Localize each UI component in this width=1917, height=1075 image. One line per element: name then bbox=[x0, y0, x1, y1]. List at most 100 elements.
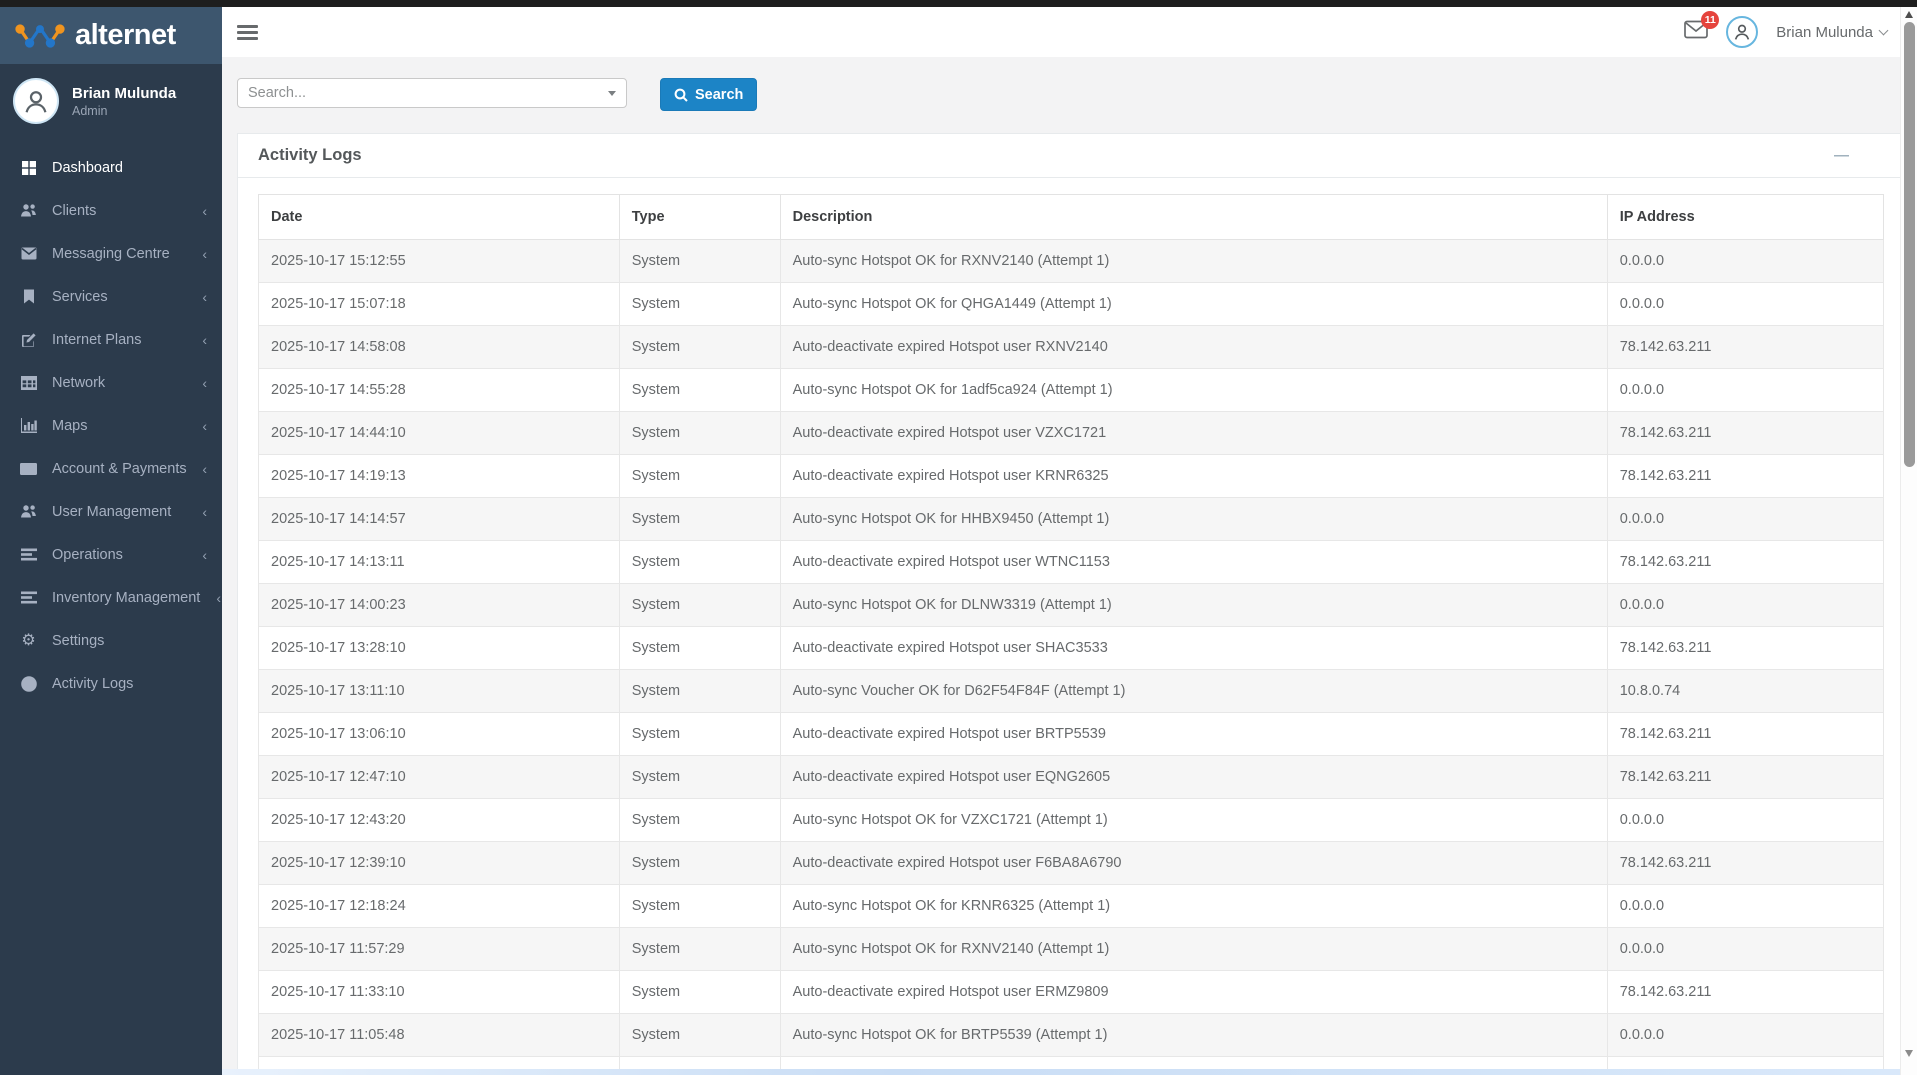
table-header-row: DateTypeDescriptionIP Address bbox=[259, 195, 1884, 240]
table-cell: 2025-10-17 14:13:11 bbox=[259, 541, 620, 584]
table-cell: Auto-deactivate expired Hotspot user EQN… bbox=[780, 756, 1607, 799]
table-cell: Auto-sync Hotspot OK for HHBX9450 (Attem… bbox=[780, 498, 1607, 541]
scroll-down-arrow-icon[interactable] bbox=[1905, 1050, 1913, 1057]
money-icon bbox=[19, 463, 38, 475]
table-cell: 2025-10-17 14:19:13 bbox=[259, 455, 620, 498]
bookmark-icon bbox=[19, 289, 38, 304]
table-cell: Auto-sync Hotspot OK for VZXC1721 (Attem… bbox=[780, 799, 1607, 842]
table-row: 2025-10-17 14:14:57SystemAuto-sync Hotsp… bbox=[259, 498, 1884, 541]
sidebar-item-operations[interactable]: Operations ‹ bbox=[0, 533, 222, 576]
sidebar-item-label: User Management bbox=[52, 504, 171, 520]
header-avatar[interactable] bbox=[1726, 16, 1758, 48]
table-cell: System bbox=[619, 928, 780, 971]
sidebar-item-account-payments[interactable]: Account & Payments ‹ bbox=[0, 447, 222, 490]
sidebar-item-settings[interactable]: ⚙ Settings bbox=[0, 619, 222, 662]
table-cell: 78.142.63.211 bbox=[1607, 455, 1883, 498]
table-cell: 2025-10-17 14:55:28 bbox=[259, 369, 620, 412]
table-row: 2025-10-17 15:12:55SystemAuto-sync Hotsp… bbox=[259, 240, 1884, 283]
sidebar-item-maps[interactable]: Maps ‹ bbox=[0, 404, 222, 447]
table-cell: Auto-deactivate expired Hotspot user WTN… bbox=[780, 541, 1607, 584]
sidebar-item-label: Messaging Centre bbox=[52, 246, 170, 262]
sidebar-item-clients[interactable]: Clients ‹ bbox=[0, 189, 222, 232]
select-caret-icon[interactable] bbox=[608, 91, 616, 96]
table-cell: Auto-sync Hotspot OK for DLNW3319 (Attem… bbox=[780, 584, 1607, 627]
list-icon bbox=[19, 591, 38, 604]
search-input[interactable] bbox=[237, 78, 627, 108]
table-cell: System bbox=[619, 584, 780, 627]
sidebar-item-network[interactable]: Network ‹ bbox=[0, 361, 222, 404]
sidebar-item-label: Clients bbox=[52, 203, 96, 219]
column-header: IP Address bbox=[1607, 195, 1883, 240]
sidebar-item-label: Inventory Management bbox=[52, 590, 200, 606]
table-cell: System bbox=[619, 971, 780, 1014]
sidebar-item-inventory-management[interactable]: Inventory Management ‹ bbox=[0, 576, 222, 619]
panel-header: Activity Logs — bbox=[238, 134, 1904, 178]
table-row: 2025-10-17 13:28:10SystemAuto-deactivate… bbox=[259, 627, 1884, 670]
table-row: 2025-10-17 14:55:28SystemAuto-sync Hotsp… bbox=[259, 369, 1884, 412]
brand-logo[interactable]: alternet bbox=[0, 7, 222, 64]
sidebar-item-activity-logs[interactable]: Activity Logs bbox=[0, 662, 222, 705]
table-cell: 2025-10-17 11:57:29 bbox=[259, 928, 620, 971]
sidebar-item-label: Internet Plans bbox=[52, 332, 141, 348]
chevron-left-icon: ‹ bbox=[202, 375, 207, 391]
sidebar-item-services[interactable]: Services ‹ bbox=[0, 275, 222, 318]
table-cell: Auto-deactivate expired Hotspot user RXN… bbox=[780, 326, 1607, 369]
table-cell: 2025-10-17 13:11:10 bbox=[259, 670, 620, 713]
table-cell: System bbox=[619, 455, 780, 498]
table-cell: System bbox=[619, 498, 780, 541]
brand-logo-icon bbox=[14, 21, 66, 51]
table-cell: 0.0.0.0 bbox=[1607, 498, 1883, 541]
sidebar-item-internet-plans[interactable]: Internet Plans ‹ bbox=[0, 318, 222, 361]
gear-icon: ⚙ bbox=[19, 633, 38, 649]
sidebar-item-messaging-centre[interactable]: Messaging Centre ‹ bbox=[0, 232, 222, 275]
table-cell: Auto-sync Hotspot OK for KRNR6325 (Attem… bbox=[780, 885, 1607, 928]
table-cell: Auto-deactivate expired Hotspot user VZX… bbox=[780, 412, 1607, 455]
top-header: 11 Brian Mulunda bbox=[222, 7, 1917, 57]
panel-title: Activity Logs bbox=[258, 146, 362, 165]
collapse-panel-button[interactable]: — bbox=[1834, 148, 1849, 163]
table-icon bbox=[19, 376, 38, 390]
table-cell: System bbox=[619, 412, 780, 455]
hamburger-menu-icon[interactable] bbox=[237, 25, 258, 40]
table-cell: 78.142.63.211 bbox=[1607, 412, 1883, 455]
table-cell: System bbox=[619, 670, 780, 713]
sidebar-item-user-management[interactable]: User Management ‹ bbox=[0, 490, 222, 533]
vertical-scrollbar[interactable] bbox=[1900, 7, 1917, 1075]
th-large-icon bbox=[19, 160, 38, 176]
table-cell: 2025-10-17 11:05:48 bbox=[259, 1014, 620, 1057]
table-cell: Auto-deactivate expired Hotspot user BRT… bbox=[780, 713, 1607, 756]
search-button[interactable]: Search bbox=[660, 78, 757, 111]
table-cell: 2025-10-17 12:18:24 bbox=[259, 885, 620, 928]
table-cell: 2025-10-17 12:47:10 bbox=[259, 756, 620, 799]
table-cell: 78.142.63.211 bbox=[1607, 541, 1883, 584]
user-menu-name: Brian Mulunda bbox=[1776, 24, 1873, 41]
profile-avatar bbox=[13, 78, 59, 124]
messages-button[interactable]: 11 bbox=[1684, 20, 1708, 44]
table-cell: 10.8.0.74 bbox=[1607, 670, 1883, 713]
scrollbar-thumb[interactable] bbox=[1904, 22, 1915, 467]
table-cell: 0.0.0.0 bbox=[1607, 885, 1883, 928]
table-cell: 2025-10-17 15:12:55 bbox=[259, 240, 620, 283]
table-cell: System bbox=[619, 713, 780, 756]
scroll-up-arrow-icon[interactable] bbox=[1905, 11, 1913, 18]
table-row: 2025-10-17 14:44:10SystemAuto-deactivate… bbox=[259, 412, 1884, 455]
sidebar-profile[interactable]: Brian Mulunda Admin bbox=[0, 64, 222, 140]
list-icon bbox=[19, 548, 38, 561]
search-icon bbox=[674, 88, 688, 102]
user-menu[interactable]: Brian Mulunda bbox=[1776, 24, 1887, 41]
chevron-left-icon: ‹ bbox=[202, 547, 207, 563]
sidebar-item-label: Operations bbox=[52, 547, 123, 563]
table-cell: Auto-sync Hotspot OK for QHGA1449 (Attem… bbox=[780, 283, 1607, 326]
sidebar-item-dashboard[interactable]: Dashboard bbox=[0, 146, 222, 189]
table-row: 2025-10-17 14:58:08SystemAuto-deactivate… bbox=[259, 326, 1884, 369]
table-cell: 0.0.0.0 bbox=[1607, 928, 1883, 971]
table-row: 2025-10-17 12:43:20SystemAuto-sync Hotsp… bbox=[259, 799, 1884, 842]
window-top-edge bbox=[0, 0, 1917, 7]
profile-role: Admin bbox=[72, 104, 176, 118]
brand-name: alternet bbox=[75, 19, 176, 52]
table-cell: 2025-10-17 12:43:20 bbox=[259, 799, 620, 842]
sidebar-item-label: Dashboard bbox=[52, 160, 123, 176]
table-cell: Auto-sync Hotspot OK for RXNV2140 (Attem… bbox=[780, 928, 1607, 971]
column-header: Description bbox=[780, 195, 1607, 240]
pencil-square-icon bbox=[19, 332, 38, 348]
